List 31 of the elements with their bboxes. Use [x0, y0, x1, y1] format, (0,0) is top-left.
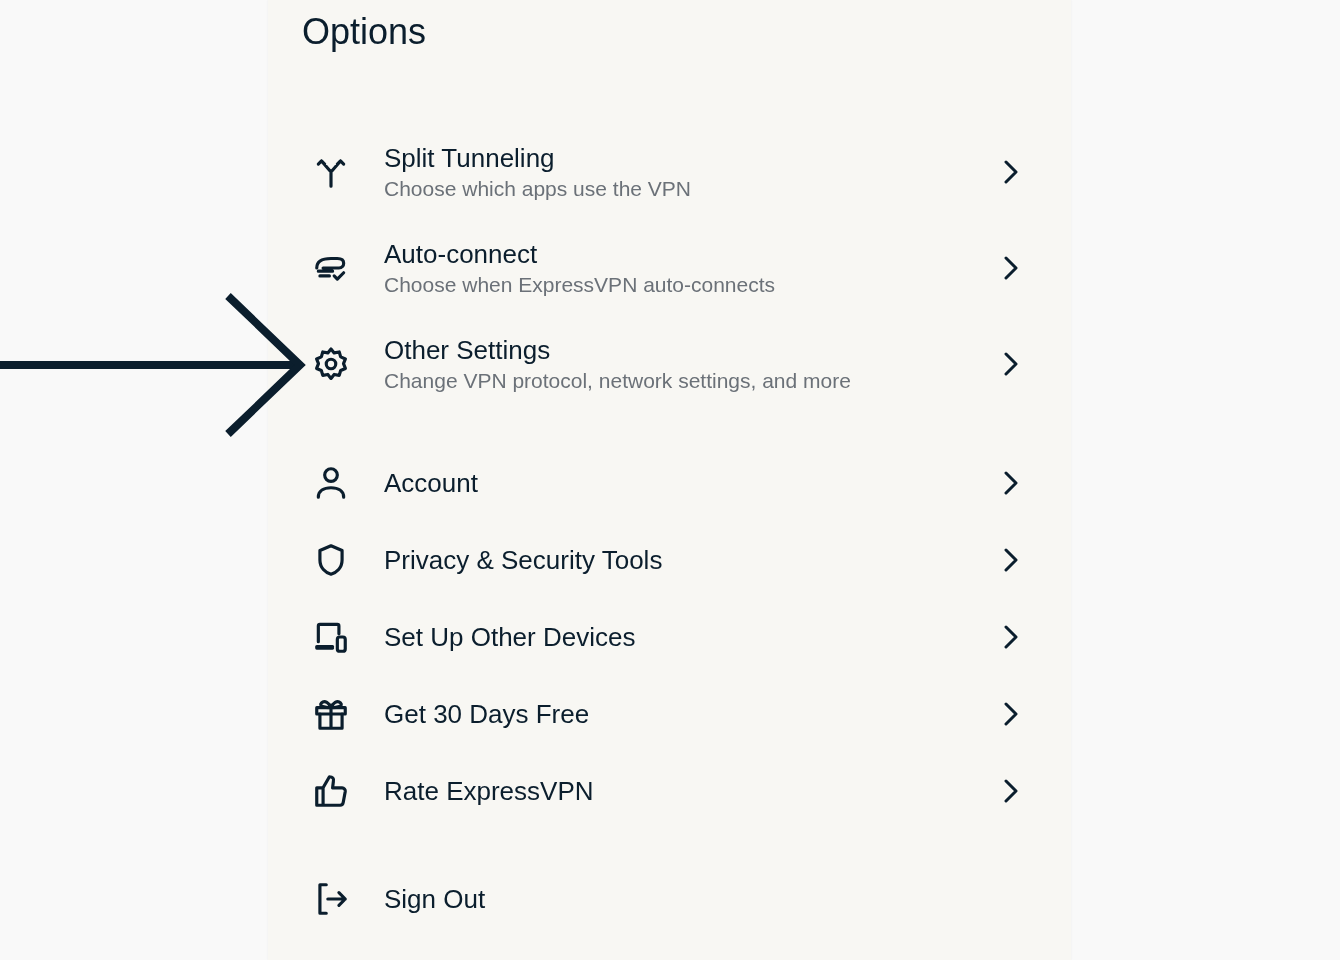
item-description: Choose when ExpressVPN auto-connects	[384, 272, 776, 298]
item-title: Privacy & Security Tools	[384, 543, 663, 577]
page-title: Options	[302, 10, 427, 54]
menu-item[interactable]: Auto-connect Choose when ExpressVPN auto-connects	[268, 220, 1071, 316]
menu-item[interactable]: Account	[268, 444, 1071, 521]
menu-item[interactable]: Set Up Other Devices	[268, 598, 1071, 675]
item-title: Rate ExpressVPN	[384, 774, 594, 808]
chevron-right-icon	[1004, 547, 1018, 572]
item-title: Get 30 Days Free	[384, 697, 590, 731]
chevron-right-icon	[1004, 352, 1018, 376]
item-title: Other Settings	[384, 334, 551, 367]
item-title: Auto-connect	[384, 238, 538, 271]
menu-item[interactable]: Rate ExpressVPN	[268, 752, 1071, 829]
menu-item[interactable]: Other Settings Change VPN protocol, network settings, and more	[268, 316, 1071, 412]
chevron-right-icon	[1004, 624, 1018, 649]
item-title: Account	[384, 466, 478, 500]
menu-item[interactable]: Get 30 Days Free	[268, 675, 1071, 752]
chevron-right-icon	[1004, 160, 1018, 184]
chevron-right-icon	[1004, 701, 1018, 726]
menu-item[interactable]: Sign Out	[268, 860, 1071, 937]
chevron-right-icon	[1004, 256, 1018, 280]
chevron-right-icon	[1004, 778, 1018, 803]
chevron-right-icon	[1004, 470, 1018, 495]
menu-item[interactable]: Privacy & Security Tools	[268, 521, 1071, 598]
item-description: Change VPN protocol, network settings, and more	[384, 368, 851, 394]
item-description: Choose which apps use the VPN	[384, 176, 691, 202]
item-title: Sign Out	[384, 882, 486, 916]
item-title: Set Up Other Devices	[384, 620, 636, 654]
menu-item[interactable]: Split Tunneling Choose which apps use the VPN	[268, 124, 1071, 220]
settings-icon	[312, 345, 350, 383]
item-title: Split Tunneling	[384, 142, 555, 175]
